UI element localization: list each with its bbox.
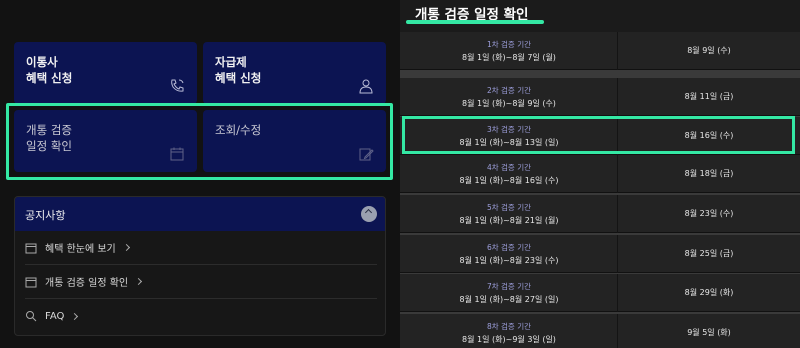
schedule-row: 7차 검증 기간 8월 1일 (화)~8월 27일 (일) 8월 29일 (화) [400, 274, 800, 312]
period-range: 8월 1일 (화)~8월 27일 (일) [459, 295, 559, 304]
period-cell: 2차 검증 기간 8월 1일 (화)~8월 9일 (수) [400, 78, 618, 116]
tile-title: 이통사 혜택 신청 [26, 55, 73, 85]
schedule-row: 1차 검증 기간 8월 1일 (화)~8월 7일 (월) 8월 9일 (수) [400, 32, 800, 70]
row-divider [400, 70, 800, 78]
schedule-row: 4차 검증 기간 8월 1일 (화)~8월 16일 (수) 8월 18일 (금) [400, 155, 800, 193]
period-range: 8월 1일 (화)~9월 3일 (일) [462, 335, 556, 344]
schedule-panel: 개통 검증 일정 확인 1차 검증 기간 8월 1일 (화)~8월 7일 (월)… [400, 0, 800, 348]
notice-item-schedule[interactable]: 개통 검증 일정 확인 [25, 265, 377, 299]
result-date: 8월 25일 (금) [684, 249, 734, 258]
chevron-right-icon [135, 277, 143, 286]
period-range: 8월 1일 (화)~8월 7일 (월) [462, 53, 556, 62]
schedule-row: 5차 검증 기간 8월 1일 (화)~8월 21일 (월) 8월 23일 (수) [400, 195, 800, 233]
period-label: 7차 검증 기간 [486, 282, 532, 291]
collapse-icon[interactable] [361, 206, 377, 222]
schedule-row: 8차 검증 기간 8월 1일 (화)~9월 3일 (일) 9월 5일 (화) [400, 314, 800, 348]
period-range: 8월 1일 (화)~8월 23일 (수) [459, 256, 559, 265]
notice-item-faq[interactable]: FAQ [25, 299, 377, 333]
period-cell: 1차 검증 기간 8월 1일 (화)~8월 7일 (월) [400, 32, 618, 70]
period-label: 8차 검증 기간 [486, 322, 532, 331]
period-range: 8월 1일 (화)~8월 16일 (수) [459, 176, 559, 185]
period-cell: 5차 검증 기간 8월 1일 (화)~8월 21일 (월) [400, 195, 618, 233]
title-underline [406, 20, 544, 24]
chevron-right-icon [71, 312, 79, 320]
notice-item-label: FAQ [45, 310, 65, 322]
chevron-right-icon [122, 243, 130, 252]
search-icon [26, 311, 37, 322]
notice-header: 공지사항 [15, 197, 385, 231]
calendar-icon [25, 277, 37, 287]
period-cell: 7차 검증 기간 8월 1일 (화)~8월 27일 (일) [400, 274, 618, 312]
period-cell: 6차 검증 기간 8월 1일 (화)~8월 23일 (수) [400, 235, 618, 273]
period-label: 1차 검증 기간 [486, 40, 532, 49]
period-cell: 8차 검증 기간 8월 1일 (화)~9월 3일 (일) [400, 314, 618, 348]
notice-panel: 공지사항 혜택 한눈에 보기 개통 검증 일정 확인 FAQ [14, 196, 386, 336]
result-date: 8월 9일 (수) [687, 46, 731, 55]
period-label: 2차 검증 기간 [486, 86, 532, 95]
period-label: 4차 검증 기간 [486, 163, 532, 172]
schedule-row: 6차 검증 기간 8월 1일 (화)~8월 23일 (수) 8월 25일 (금) [400, 235, 800, 273]
left-panel: 이통사 혜택 신청 자급제 혜택 신청 개통 검증 일정 확인 조회/수정 공지… [0, 0, 400, 348]
tile-carrier-benefit[interactable]: 이통사 혜택 신청 [14, 42, 197, 104]
notice-item-label: 개통 검증 일정 확인 [45, 278, 129, 289]
notice-item-benefits[interactable]: 혜택 한눈에 보기 [25, 231, 377, 265]
highlight-box [402, 116, 795, 154]
result-date: 8월 29일 (화) [684, 288, 734, 297]
notice-title: 공지사항 [25, 209, 66, 222]
period-range: 8월 1일 (화)~8월 21일 (월) [459, 216, 559, 225]
calendar-icon [25, 243, 37, 253]
result-date: 8월 23일 (수) [684, 209, 734, 218]
schedule-row: 2차 검증 기간 8월 1일 (화)~8월 9일 (수) 8월 11일 (금) [400, 78, 800, 116]
result-date: 8월 11일 (금) [684, 92, 734, 101]
notice-item-label: 혜택 한눈에 보기 [45, 244, 116, 255]
highlight-box [6, 103, 393, 180]
period-cell: 4차 검증 기간 8월 1일 (화)~8월 16일 (수) [400, 155, 618, 193]
period-label: 6차 검증 기간 [486, 243, 532, 252]
period-label: 5차 검증 기간 [486, 203, 532, 212]
tile-selfbuy-benefit[interactable]: 자급제 혜택 신청 [203, 42, 386, 104]
phone-icon [171, 79, 184, 92]
user-icon [359, 79, 373, 94]
period-range: 8월 1일 (화)~8월 9일 (수) [462, 99, 556, 108]
result-date: 8월 18일 (금) [684, 169, 734, 178]
result-date: 9월 5일 (화) [687, 328, 731, 337]
tile-title: 자급제 혜택 신청 [215, 55, 262, 85]
